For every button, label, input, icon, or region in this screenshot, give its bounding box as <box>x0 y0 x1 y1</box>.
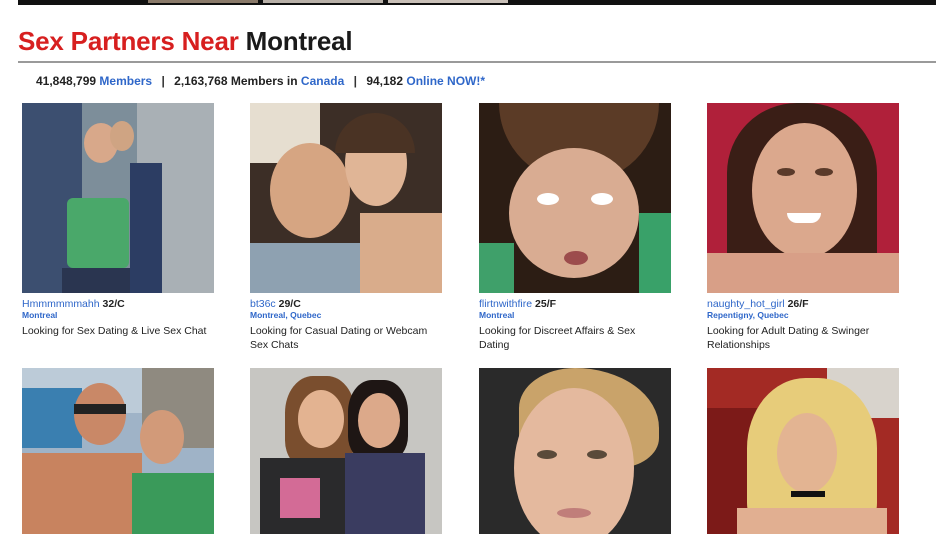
profile-photo[interactable] <box>250 368 442 534</box>
online-now-link[interactable]: Online NOW!* <box>406 74 485 88</box>
profile-age-gender: 25/F <box>535 298 557 310</box>
profile-username[interactable]: bt36c <box>250 298 276 310</box>
profile-looking-for: Looking for Adult Dating & Swinger Relat… <box>707 325 870 351</box>
profile-location[interactable]: Montreal, Quebec <box>250 310 442 320</box>
profile-card[interactable] <box>22 368 214 534</box>
online-count: 94,182 <box>366 74 404 88</box>
profile-age-gender: 29/C <box>278 298 301 310</box>
profile-username[interactable]: flirtnwithfire <box>479 298 532 310</box>
profile-username[interactable]: naughty_hot_girl <box>707 298 785 310</box>
members-count: 41,848,799 <box>36 74 97 88</box>
member-stats: 41,848,799 Members | 2,163,768 Members i… <box>36 74 485 88</box>
strip-thumbnail <box>263 0 383 3</box>
title-divider <box>18 61 936 63</box>
profile-location[interactable]: Montreal <box>22 310 214 320</box>
profile-photo[interactable] <box>479 368 671 534</box>
profile-age-gender: 26/F <box>787 298 809 310</box>
country-link[interactable]: Canada <box>301 74 344 88</box>
page-title-prefix: Sex Partners Near <box>18 26 239 56</box>
profile-looking-for: Looking for Sex Dating & Live Sex Chat <box>22 325 207 337</box>
page-title-city: Montreal <box>245 26 353 56</box>
profile-photo[interactable] <box>22 103 214 293</box>
stats-separator: | <box>161 74 165 88</box>
page-title: Sex Partners Near Montreal <box>18 26 353 57</box>
profile-card[interactable] <box>250 368 442 534</box>
profile-card[interactable] <box>479 368 671 534</box>
profile-card[interactable]: Hmmmmmmahh 32/C Montreal Looking for Sex… <box>22 103 214 338</box>
profile-username[interactable]: Hmmmmmmahh <box>22 298 100 310</box>
profile-photo[interactable] <box>250 103 442 293</box>
strip-thumbnail <box>388 0 508 3</box>
profile-card[interactable]: bt36c 29/C Montreal, Quebec Looking for … <box>250 103 442 352</box>
profile-location[interactable]: Montreal <box>479 310 671 320</box>
profile-location[interactable]: Repentigny, Quebec <box>707 310 899 320</box>
profile-age-gender: 32/C <box>102 298 125 310</box>
profile-photo[interactable] <box>707 103 899 293</box>
profile-looking-for: Looking for Casual Dating or Webcam Sex … <box>250 325 428 351</box>
profile-looking-for: Looking for Discreet Affairs & Sex Datin… <box>479 325 636 351</box>
country-members-count: 2,163,768 <box>174 74 228 88</box>
profile-card[interactable] <box>707 368 899 534</box>
profile-card[interactable]: naughty_hot_girl 26/F Repentigny, Quebec… <box>707 103 899 352</box>
profile-photo[interactable] <box>707 368 899 534</box>
profile-card[interactable]: flirtnwithfire 25/F Montreal Looking for… <box>479 103 671 352</box>
country-members-text: Members in <box>230 74 298 88</box>
top-photo-strip <box>18 0 936 5</box>
members-link[interactable]: Members <box>99 74 152 88</box>
profile-photo[interactable] <box>22 368 214 534</box>
stats-separator: | <box>353 74 357 88</box>
profile-photo[interactable] <box>479 103 671 293</box>
strip-thumbnail <box>148 0 258 3</box>
